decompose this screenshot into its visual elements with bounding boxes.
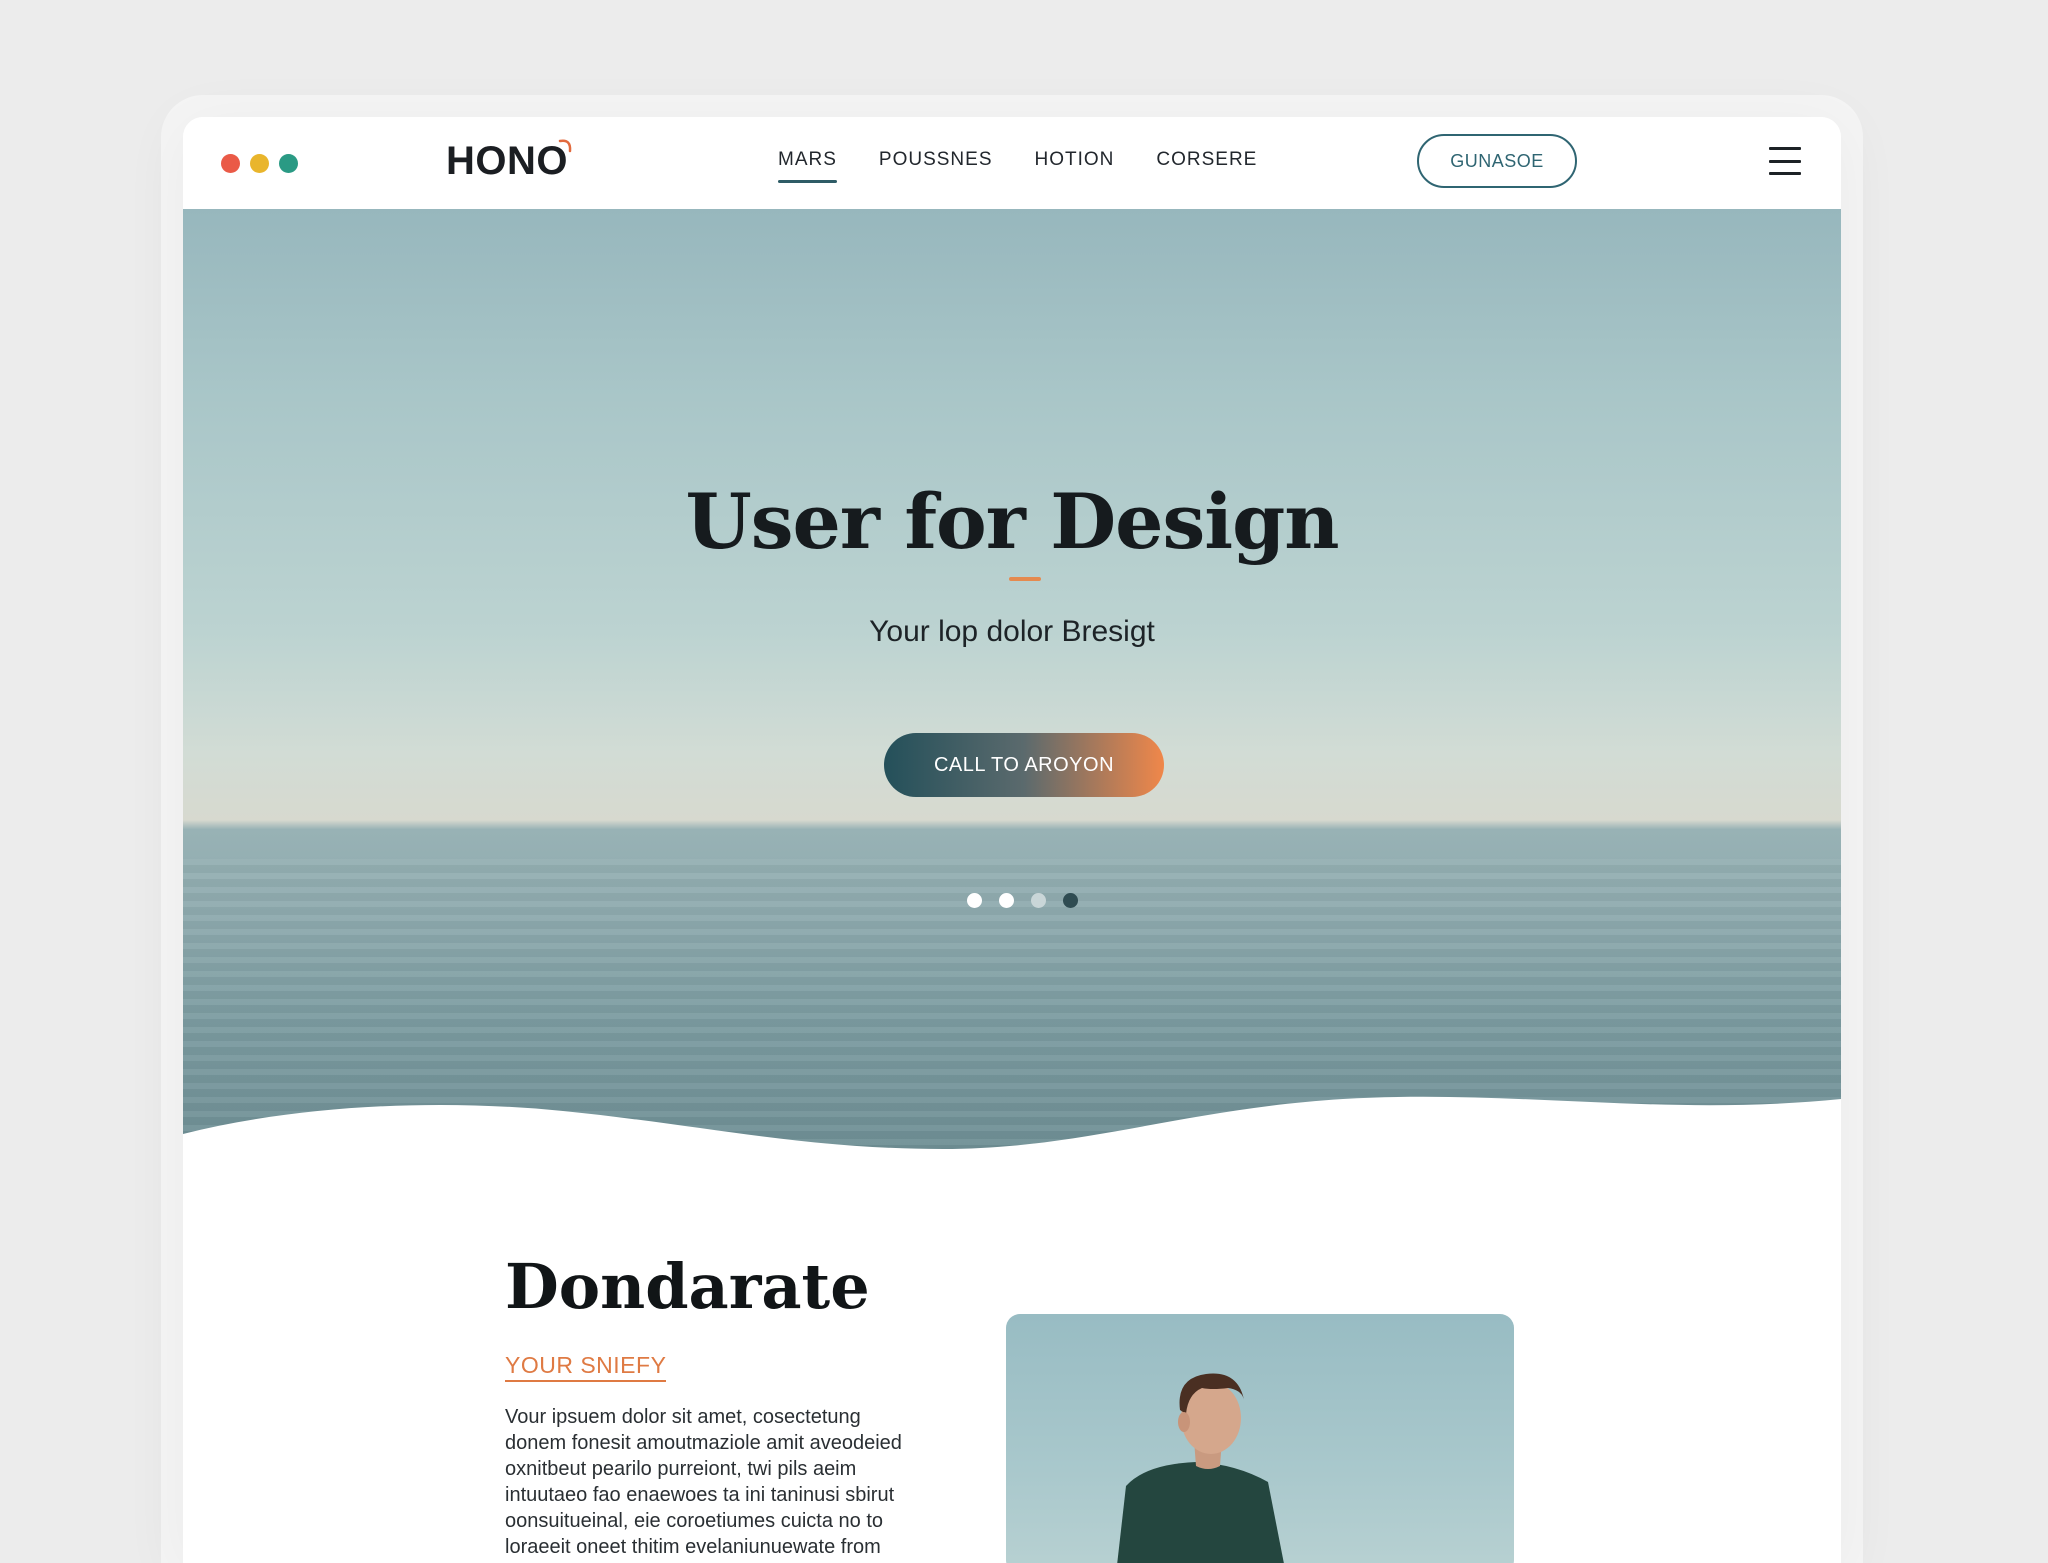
carousel-pagination [967,893,1078,908]
section-kicker-link[interactable]: YOUR SNIEFY [505,1352,667,1382]
browser-window: HONO MARS POUSSNES HOTION CORSERE GUNASO… [183,117,1841,1563]
nav-item-poussnes[interactable]: POUSSNES [879,149,993,183]
minimize-window-dot[interactable] [250,154,269,173]
nav-item-mars[interactable]: MARS [778,149,837,183]
hero-wave-divider [183,1096,1841,1149]
header-outline-button[interactable]: GUNASOE [1417,134,1577,188]
top-navigation-bar: HONO MARS POUSSNES HOTION CORSERE GUNASO… [183,117,1841,209]
section-body-text: Vour ipsuem dolor sit amet, cosectetung … [505,1406,902,1558]
carousel-dot[interactable] [967,893,982,908]
call-to-action-button[interactable]: CALL TO AROYON [884,733,1164,797]
hamburger-line [1769,172,1801,175]
nav-item-corsere[interactable]: CORSERE [1156,149,1257,183]
hero-title: User for Design [685,477,1339,566]
carousel-dot[interactable] [999,893,1014,908]
window-controls [221,154,298,173]
main-nav: MARS POUSSNES HOTION CORSERE [778,149,1299,183]
person-photo-card [1006,1314,1514,1563]
maximize-window-dot[interactable] [279,154,298,173]
hamburger-menu-icon[interactable] [1769,147,1801,175]
hero-accent-line [1009,577,1041,581]
hamburger-line [1769,159,1801,163]
carousel-dot[interactable] [1031,893,1046,908]
person-photo [1117,1373,1284,1563]
close-window-dot[interactable] [221,154,240,173]
carousel-dot-active[interactable] [1063,893,1078,908]
brand-logo[interactable]: HONO [446,139,568,184]
nav-item-hotion[interactable]: HOTION [1035,149,1115,183]
hero-section: User for Design Your lop dolor Bresigt C… [183,209,1841,1149]
section-title: Dondarate [505,1250,870,1323]
hero-subtitle: Your lop dolor Bresigt [869,615,1155,648]
hamburger-line [1769,147,1801,150]
logo-swoosh-icon [558,139,572,153]
